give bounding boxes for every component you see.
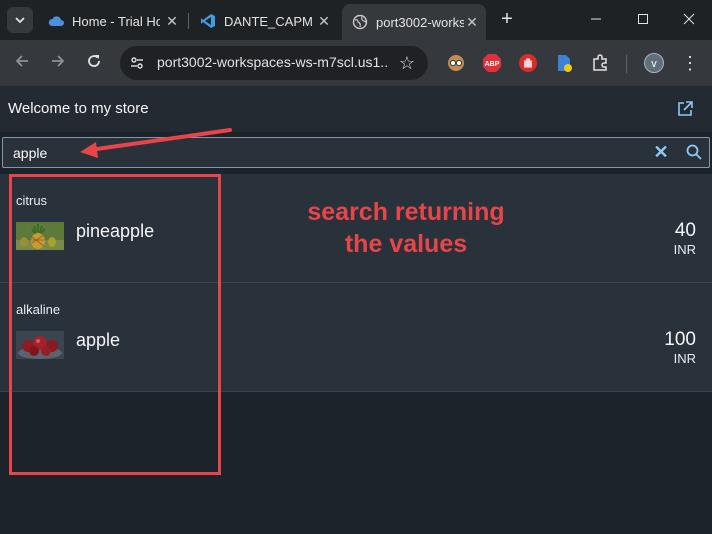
annotation-line-1: search returning — [307, 198, 505, 226]
profile-avatar[interactable]: v — [644, 53, 664, 73]
browser-tab-active[interactable]: port3002-works ✕ — [342, 4, 486, 40]
minimize-icon — [591, 18, 601, 20]
minimize-button[interactable] — [583, 8, 609, 32]
close-icon[interactable]: ✕ — [464, 14, 480, 30]
address-url[interactable]: port3002-workspaces-ws-m7scl.us1... — [157, 54, 387, 70]
puzzle-icon[interactable] — [590, 53, 610, 73]
cloud-icon — [48, 13, 64, 29]
annotation-box — [9, 174, 221, 475]
page-title: Welcome to my store — [8, 100, 149, 117]
tab-search-button[interactable] — [7, 7, 33, 33]
vscode-icon — [200, 13, 216, 29]
browser-tab-bar: Home - Trial Ho ✕ DANTE_CAPM_ ✕ port3002… — [0, 0, 712, 40]
reload-icon — [88, 55, 100, 67]
item-price: 40 — [674, 220, 696, 241]
svg-text:ABP: ABP — [485, 61, 500, 68]
tab-title: DANTE_CAPM_ — [224, 13, 312, 29]
reader-icon[interactable] — [446, 53, 466, 73]
share-icon[interactable] — [676, 100, 694, 118]
annotation-text: search returning the values — [296, 196, 516, 260]
toolbar-separator — [626, 55, 627, 73]
maximize-button[interactable] — [630, 8, 656, 32]
stop-hand-icon[interactable] — [518, 53, 538, 73]
browser-tab-dante[interactable]: DANTE_CAPM_ ✕ — [192, 6, 338, 36]
close-icon[interactable]: ✕ — [316, 13, 332, 29]
globe-icon — [352, 14, 368, 30]
maximize-icon — [638, 14, 648, 24]
forward-button[interactable] — [46, 51, 70, 75]
item-currency: INR — [673, 351, 696, 366]
item-price: 100 — [664, 329, 696, 350]
new-tab-button[interactable]: + — [496, 8, 518, 30]
arrow-left-icon — [15, 55, 28, 67]
item-currency: INR — [673, 242, 696, 257]
reload-button[interactable] — [82, 51, 106, 75]
tab-separator — [188, 13, 189, 29]
annotation-arrow — [80, 128, 232, 158]
back-button[interactable] — [10, 51, 34, 75]
search-input[interactable]: apple — [13, 145, 47, 161]
chevron-down-icon — [15, 17, 25, 24]
file-icon[interactable] — [554, 53, 574, 73]
bookmark-star-icon[interactable]: ☆ — [397, 53, 417, 73]
window-close-button[interactable] — [676, 8, 702, 32]
tab-title: port3002-works — [376, 14, 464, 30]
site-settings-icon[interactable] — [128, 54, 146, 72]
arrow-right-icon — [52, 55, 65, 67]
browser-toolbar: port3002-workspaces-ws-m7scl.us1... ☆ AB… — [0, 40, 712, 86]
clear-icon[interactable]: ✕ — [652, 143, 670, 161]
tab-title: Home - Trial Ho — [72, 13, 160, 29]
browser-menu-icon[interactable]: ⋮ — [680, 52, 700, 74]
close-icon — [683, 13, 695, 25]
close-icon[interactable]: ✕ — [164, 13, 180, 29]
address-bar[interactable]: port3002-workspaces-ws-m7scl.us1... ☆ — [120, 46, 428, 80]
adblock-icon[interactable]: ABP — [482, 53, 502, 73]
browser-tab-home[interactable]: Home - Trial Ho ✕ — [40, 6, 186, 36]
search-icon[interactable] — [685, 143, 703, 161]
annotation-line-2: the values — [344, 230, 468, 258]
